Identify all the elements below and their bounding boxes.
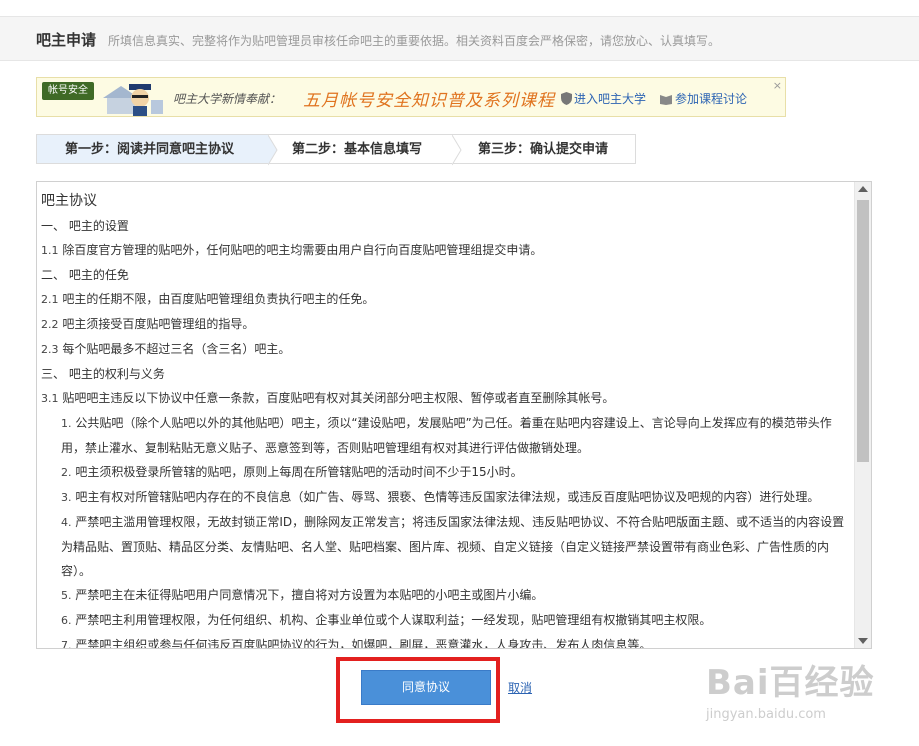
clause-number: 5.: [61, 589, 72, 602]
clause-text: 吧主须接受百度贴吧管理组的指导。: [58, 317, 255, 331]
shield-icon: [561, 90, 572, 109]
step-separator-icon: [452, 134, 462, 166]
scroll-up-icon[interactable]: [858, 186, 868, 192]
agreement-line: 7. 严禁吧主组织或参与任何违反百度贴吧协议的行为，如爆吧，刷屏，恶意灌水，人身…: [41, 633, 853, 649]
agreement-line: 二、 吧主的任免: [41, 263, 853, 287]
clause-text: 二、 吧主的任免: [41, 268, 129, 282]
clause-text: 用，禁止灌水、复制粘贴无意义贴子、恶意签到等，否则贴吧管理组有权对其进行评估做撤…: [61, 441, 590, 455]
clause-number: 3.: [61, 491, 72, 504]
clause-text: 严禁吧主利用管理权限，为任何组织、机构、企事业单位或个人谋取利益；一经发现，贴吧…: [71, 613, 712, 627]
clause-text: 为精品贴、置顶贴、精品区分类、友情贴吧、名人堂、贴吧档案、图片库、视频、自定义链…: [61, 540, 830, 554]
clause-number: 6.: [61, 614, 72, 627]
clause-text: 除百度官方管理的贴吧外，任何贴吧的吧主均需要由用户自行向百度贴吧管理组提交申请。: [58, 243, 543, 257]
page-subtitle: 所填信息真实、完整将作为贴吧管理员审核任命吧主的重要依据。相关资料百度会严格保密…: [108, 34, 721, 48]
agreement-content: 吧主协议 一、 吧主的设置 1.1 除百度官方管理的贴吧外，任何贴吧的吧主均需要由…: [41, 188, 853, 649]
clause-number: 2.2: [41, 318, 59, 331]
join-discussion-link[interactable]: 参加课程讨论: [675, 90, 747, 107]
clause-number: 3.1: [41, 392, 59, 405]
baidu-jingyan-watermark: Bai百经验 jingyan.baidu.com: [706, 655, 875, 722]
agreement-line: 2.1 吧主的任期不限，由百度贴吧管理组负责执行吧主的任免。: [41, 287, 853, 312]
step-3: 第三步：确认提交申请: [452, 134, 636, 164]
step-1: 第一步：阅读并同意吧主协议: [36, 134, 268, 164]
clause-text: 严禁吧主在未征得贴吧用户同意情况下，擅自将对方设置为本贴吧的小吧主或图片小编。: [71, 588, 544, 602]
clause-text: 每个贴吧最多不超过三名（含三名）吧主。: [58, 342, 291, 356]
clause-number: 1.1: [41, 244, 59, 257]
clause-number: 2.3: [41, 343, 59, 356]
agreement-line: 为精品贴、置顶贴、精品区分类、友情贴吧、名人堂、贴吧档案、图片库、视频、自定义链…: [41, 535, 853, 559]
agreement-line: 用，禁止灌水、复制粘贴无意义贴子、恶意签到等，否则贴吧管理组有权对其进行评估做撤…: [41, 436, 853, 460]
page-title: 吧主申请: [36, 31, 97, 49]
clause-text: 吧主须积极登录所管辖的贴吧，原则上每周在所管辖贴吧的活动时间不少于15小时。: [71, 465, 523, 479]
account-security-badge: 帐号安全: [42, 82, 94, 100]
step-2: 第二步：基本信息填写: [268, 134, 452, 164]
page-header: 吧主申请 所填信息真实、完整将作为贴吧管理员审核任命吧主的重要依据。相关资料百度…: [0, 16, 919, 61]
clause-text: 容）。: [61, 564, 92, 578]
clause-text: 三、 吧主的权利与义务: [41, 367, 165, 381]
agreement-line: 三、 吧主的权利与义务: [41, 362, 853, 386]
agreement-scrollbar[interactable]: [854, 182, 871, 648]
enter-university-link[interactable]: 进入吧主大学: [574, 90, 646, 107]
scroll-thumb[interactable]: [857, 200, 869, 462]
agreement-line: 5. 严禁吧主在未征得贴吧用户同意情况下，擅自将对方设置为本贴吧的小吧主或图片小…: [41, 583, 853, 608]
agree-button[interactable]: 同意协议: [361, 670, 491, 705]
agreement-line: 3. 吧主有权对所管辖贴吧内存在的不良信息（如广告、辱骂、猥亵、色情等违反国家法…: [41, 485, 853, 510]
clause-text: 吧主有权对所管辖贴吧内存在的不良信息（如广告、辱骂、猥亵、色情等违反国家法律法规…: [71, 490, 820, 504]
agreement-line: 2. 吧主须积极登录所管辖的贴吧，原则上每周在所管辖贴吧的活动时间不少于15小时…: [41, 460, 853, 485]
agreement-line: 2.2 吧主须接受百度贴吧管理组的指导。: [41, 312, 853, 337]
agreement-line: 2.3 每个贴吧最多不超过三名（含三名）吧主。: [41, 337, 853, 362]
clause-text: 严禁吧主组织或参与任何违反百度贴吧协议的行为，如爆吧，刷屏，恶意灌水，人身攻击、…: [71, 638, 652, 649]
clause-text: 公共贴吧（除个人贴吧以外的其他贴吧）吧主，须以“建设贴吧，发展贴吧”为己任。着重…: [71, 416, 832, 430]
agreement-line: 容）。: [41, 559, 853, 583]
agreement-line: 1.1 除百度官方管理的贴吧外，任何贴吧的吧主均需要由用户自行向百度贴吧管理组提…: [41, 238, 853, 263]
agreement-line: 6. 严禁吧主利用管理权限，为任何组织、机构、企事业单位或个人谋取利益；一经发现…: [41, 608, 853, 633]
agreement-line: 一、 吧主的设置: [41, 214, 853, 238]
agreement-line: 3.1 贴吧吧主违反以下协议中任意一条款，百度贴吧有权对其关闭部分吧主权限、暂停…: [41, 386, 853, 411]
watermark-url: jingyan.baidu.com: [706, 707, 826, 722]
cancel-link[interactable]: 取消: [508, 679, 532, 696]
scroll-down-icon[interactable]: [858, 638, 868, 644]
agreement-title: 吧主协议: [41, 193, 97, 209]
step-separator-icon: [268, 134, 278, 166]
agreement-line: 4. 严禁吧主滥用管理权限，无故封锁正常ID，删除网友正常发言；将违反国家法律法…: [41, 510, 853, 535]
book-icon: [659, 90, 673, 109]
clause-number: 4.: [61, 516, 72, 529]
course-banner[interactable]: 帐号安全 吧主大学新情奉献： 五月帐号安全知识普及系列课程 进入吧主大学 参加课…: [36, 77, 786, 117]
police-mascot-icon: [99, 78, 169, 120]
clause-number: 2.1: [41, 293, 59, 306]
clause-text: 吧主的任期不限，由百度贴吧管理组负责执行吧主的任免。: [58, 292, 375, 306]
step-progress: 第一步：阅读并同意吧主协议 第二步：基本信息填写 第三步：确认提交申请: [36, 134, 636, 166]
clause-number: 2.: [61, 466, 72, 479]
agreement-line: 1. 公共贴吧（除个人贴吧以外的其他贴吧）吧主，须以“建设贴吧，发展贴吧”为己任…: [41, 411, 853, 436]
banner-prefix: 吧主大学新情奉献：: [173, 92, 282, 106]
watermark-logo: Bai百经验: [706, 663, 875, 703]
clause-number: 7.: [61, 639, 72, 649]
clause-number: 1.: [61, 417, 72, 430]
agreement-textbox[interactable]: 吧主协议 一、 吧主的设置 1.1 除百度官方管理的贴吧外，任何贴吧的吧主均需要由…: [36, 181, 872, 649]
course-title[interactable]: 五月帐号安全知识普及系列课程: [303, 86, 555, 111]
clause-text: 贴吧吧主违反以下协议中任意一条款，百度贴吧有权对其关闭部分吧主权限、暂停或者直至…: [58, 391, 615, 405]
clause-text: 严禁吧主滥用管理权限，无故封锁正常ID，删除网友正常发言；将违反国家法律法规、违…: [71, 515, 845, 529]
close-icon[interactable]: ×: [773, 79, 782, 92]
clause-text: 一、 吧主的设置: [41, 219, 129, 233]
